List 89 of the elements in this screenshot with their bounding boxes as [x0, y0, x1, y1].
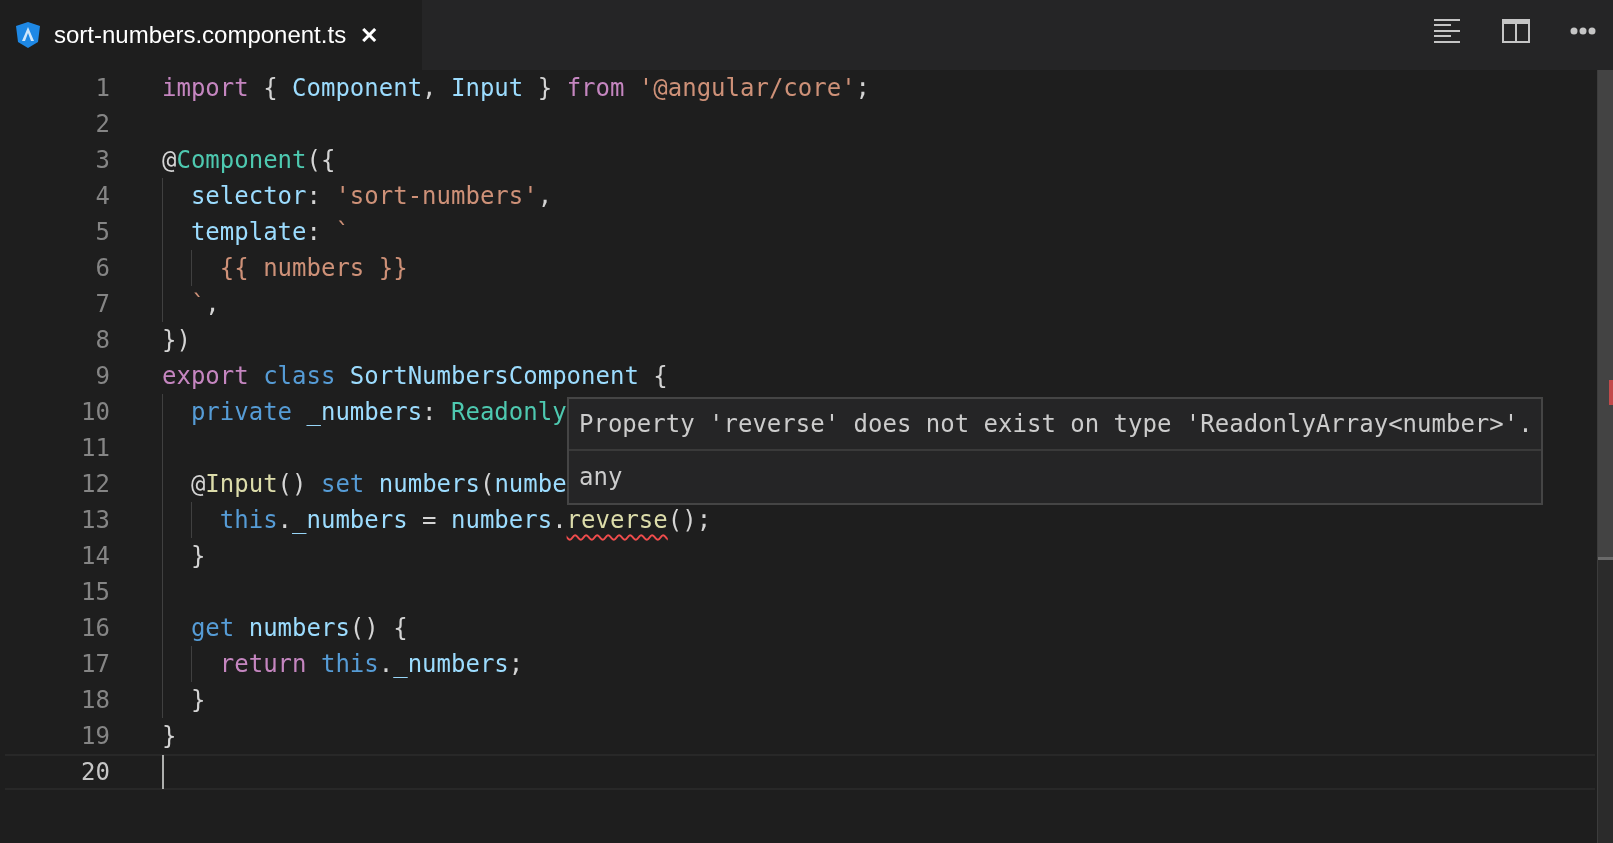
code-token: =: [421, 505, 438, 536]
code-token: {: [262, 73, 279, 104]
code-token: set: [320, 469, 365, 500]
code-token: }: [162, 721, 177, 752]
code-token: ();: [667, 505, 712, 536]
line-number: 1: [94, 73, 110, 104]
line-number: 16: [80, 613, 110, 644]
code-token: numbe: [494, 469, 567, 500]
line-number: 12: [80, 469, 110, 500]
split-editor-icon[interactable]: [1502, 19, 1530, 43]
line-number: 20: [80, 757, 110, 788]
code-token: Input: [451, 73, 524, 104]
error-marker: [1609, 380, 1613, 405]
code-token: template: [189, 217, 307, 248]
code-token: ,: [537, 181, 553, 212]
line-number: 4: [94, 181, 110, 212]
line-number: 14: [80, 541, 110, 572]
code-token: return: [218, 649, 307, 680]
more-icon[interactable]: [1570, 27, 1596, 35]
code-token: from: [566, 73, 625, 104]
code-token: numbers: [451, 505, 553, 536]
code-token: this: [218, 505, 278, 536]
code-token: selector: [189, 181, 307, 212]
code-token: '@angular/core': [637, 73, 856, 104]
code-token: ;: [508, 649, 524, 680]
line-number: 18: [80, 685, 110, 716]
code-token: Readonly: [451, 397, 567, 428]
code-token: ,: [205, 289, 220, 320]
line-number: 8: [94, 325, 110, 356]
code-token: :: [306, 181, 322, 212]
line-number: 2: [94, 109, 110, 140]
code-token: }: [189, 541, 206, 572]
line-number: 17: [80, 649, 110, 680]
code-token: :: [422, 397, 438, 428]
code-token: reverse: [566, 505, 668, 536]
code-token: ,: [422, 73, 438, 104]
code-token: import: [162, 73, 249, 104]
code-token: Component: [176, 145, 307, 176]
type-info: any: [578, 462, 624, 493]
code-token: }): [162, 325, 191, 356]
text-cursor: [162, 755, 164, 789]
code-token: (: [479, 469, 495, 500]
line-number: 5: [94, 217, 110, 248]
line-number: 10: [80, 397, 110, 428]
code-token: get: [189, 613, 235, 644]
code-token: _numbers: [393, 649, 509, 680]
line-number: 19: [80, 721, 110, 752]
code-token: () {: [349, 613, 408, 644]
code-token: 'sort-numbers': [335, 181, 538, 212]
code-token: Component: [292, 73, 423, 104]
text-lines-icon[interactable]: [1434, 19, 1460, 43]
code-token: .: [552, 505, 567, 536]
code-token: @: [189, 469, 206, 500]
line-number: 3: [94, 145, 110, 176]
scrollbar-thumb[interactable]: [1598, 70, 1613, 560]
code-token: (): [277, 469, 308, 500]
code-token: ;: [855, 73, 871, 104]
code-token: {{ numbers }}: [218, 253, 408, 284]
code-token: numbers: [247, 613, 350, 644]
code-token: Input: [205, 469, 278, 500]
line-number: 11: [80, 433, 110, 464]
shield-icon: [16, 22, 40, 48]
code-token: }: [536, 73, 554, 104]
line-number: 9: [94, 361, 110, 392]
error-message: Property 'reverse' does not exist on type 'ReadonlyArray<number>'.: [569, 399, 1541, 451]
code-token: numbers: [377, 469, 480, 500]
code-token: SortNumbersComponent: [348, 361, 639, 392]
code-token: }: [189, 685, 206, 716]
code-token: {: [652, 361, 668, 392]
editor-tab[interactable]: sort-numbers.component.ts ✕: [0, 0, 422, 70]
code-token: _numbers: [305, 397, 423, 428]
code-token: .: [378, 649, 394, 680]
code-token: `: [189, 289, 206, 320]
line-number: 6: [94, 253, 110, 284]
code-token: class: [262, 361, 336, 392]
code-token: _numbers: [292, 505, 408, 536]
code-token: ({: [306, 145, 336, 176]
line-number: 7: [94, 289, 110, 320]
tab-title: sort-numbers.component.ts: [54, 20, 347, 50]
code-token: export: [162, 361, 249, 392]
code-token: .: [277, 505, 293, 536]
code-token: private: [189, 397, 293, 428]
code-token: :: [306, 217, 322, 248]
code-token: this: [319, 649, 379, 680]
close-icon[interactable]: ✕: [360, 18, 379, 52]
code-token: `: [335, 217, 350, 248]
code-token: @: [162, 145, 177, 176]
line-number: 15: [80, 577, 110, 608]
line-number: 13: [80, 505, 110, 536]
